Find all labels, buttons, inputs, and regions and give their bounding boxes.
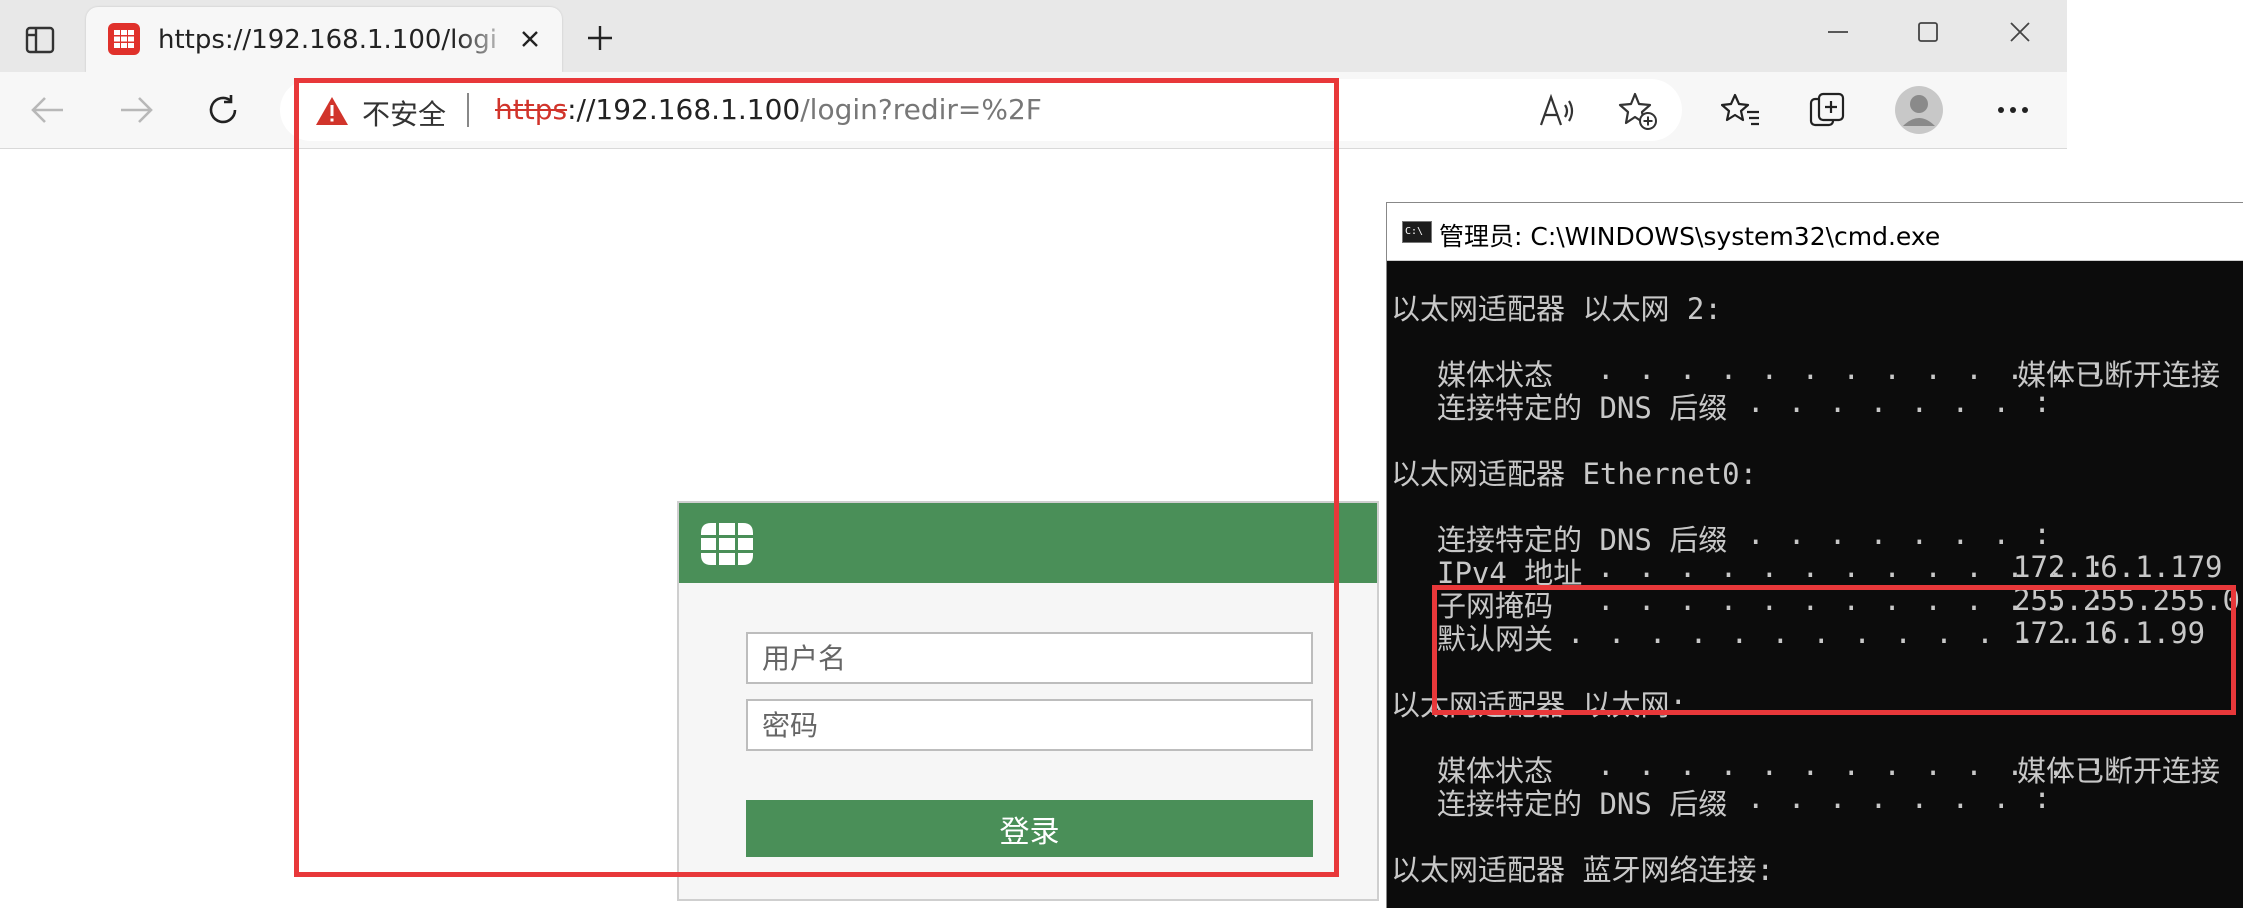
more-dots-icon[interactable] bbox=[1988, 85, 2038, 135]
window-close-icon[interactable] bbox=[1990, 2, 2050, 62]
ipv4-address-value: 172.16.1.179 bbox=[2013, 550, 2223, 584]
address-separator bbox=[467, 93, 469, 127]
profile-avatar-icon[interactable] bbox=[1891, 82, 1947, 138]
password-input[interactable] bbox=[746, 699, 1313, 751]
security-label[interactable]: 不安全 bbox=[362, 93, 446, 133]
minimize-icon[interactable] bbox=[1808, 2, 1868, 62]
subnet-mask-value: 255.255.255.0 bbox=[2013, 583, 2240, 617]
arrow-left-icon[interactable] bbox=[22, 85, 72, 135]
cmd-row-dots: . . . . . . . : bbox=[1747, 385, 2054, 419]
arrow-right-icon[interactable] bbox=[112, 85, 162, 135]
tab-title-fade bbox=[456, 15, 516, 65]
cmd-title: 管理员: C:\WINDOWS\system32\cmd.exe bbox=[1439, 222, 1941, 251]
login-panel: 登录 bbox=[677, 501, 1379, 901]
cmd-titlebar[interactable]: C:\ 管理员: C:\WINDOWS\system32\cmd.exe bbox=[1387, 203, 2243, 261]
cmd-section-header: 以太网适配器 以太网 2: bbox=[1391, 292, 1722, 326]
cmd-output[interactable]: 以太网适配器 以太网 2: 媒体状态 . . . . . . . . . . .… bbox=[1387, 260, 2243, 908]
read-aloud-icon[interactable] bbox=[1536, 89, 1580, 133]
browser-tab[interactable]: https://192.168.1.100/login?redir bbox=[86, 7, 562, 73]
fortinet-logo-icon bbox=[699, 523, 755, 565]
tab-actions-icon[interactable] bbox=[20, 22, 60, 58]
cmd-row-dots: . . . . . . . : bbox=[1747, 517, 2054, 551]
url-path: /login?redir=%2F bbox=[800, 93, 1042, 126]
warning-triangle-icon[interactable] bbox=[315, 96, 349, 126]
login-header bbox=[679, 503, 1377, 583]
cmd-row-label: 连接特定的 DNS 后缀 bbox=[1437, 391, 1728, 425]
tab-title: https://192.168.1.100/login?redir bbox=[158, 25, 498, 55]
url-host: ://192.168.1.100 bbox=[567, 93, 801, 126]
url-text[interactable]: https://192.168.1.100/login?redir=%2F bbox=[495, 93, 1042, 126]
reload-icon[interactable] bbox=[198, 85, 248, 135]
cmd-section-header: 以太网适配器 以太网: bbox=[1391, 688, 1687, 722]
cmd-window: C:\ 管理员: C:\WINDOWS\system32\cmd.exe 以太网… bbox=[1386, 202, 2243, 908]
collections-icon[interactable] bbox=[1803, 85, 1853, 135]
cmd-row-dots: . . . . . . . : bbox=[1747, 781, 2054, 815]
cmd-row-label: 默认网关 bbox=[1437, 622, 1554, 656]
cmd-app-icon: C:\ bbox=[1402, 221, 1432, 243]
fortinet-favicon-icon bbox=[108, 23, 140, 55]
tab-bar: https://192.168.1.100/login?redir bbox=[0, 0, 2067, 73]
cmd-row-label: 连接特定的 DNS 后缀 bbox=[1437, 787, 1728, 821]
favorites-icon[interactable] bbox=[1716, 85, 1766, 135]
username-input[interactable] bbox=[746, 632, 1313, 684]
plus-icon[interactable] bbox=[582, 20, 618, 56]
default-gateway-value: 172.16.1.99 bbox=[2013, 616, 2206, 650]
maximize-icon[interactable] bbox=[1898, 2, 1958, 62]
browser-toolbar: 不安全 https://192.168.1.100/login?redir=%2… bbox=[0, 72, 2067, 149]
cmd-section-header: 以太网适配器 蓝牙网络连接: bbox=[1391, 853, 1774, 887]
star-plus-icon[interactable] bbox=[1616, 89, 1660, 133]
address-bar[interactable]: 不安全 https://192.168.1.100/login?redir=%2… bbox=[280, 79, 1682, 141]
cmd-section-header: 以太网适配器 Ethernet0: bbox=[1391, 457, 1758, 491]
url-scheme: https bbox=[495, 93, 568, 126]
login-button[interactable]: 登录 bbox=[746, 800, 1313, 857]
close-icon[interactable] bbox=[512, 21, 548, 57]
